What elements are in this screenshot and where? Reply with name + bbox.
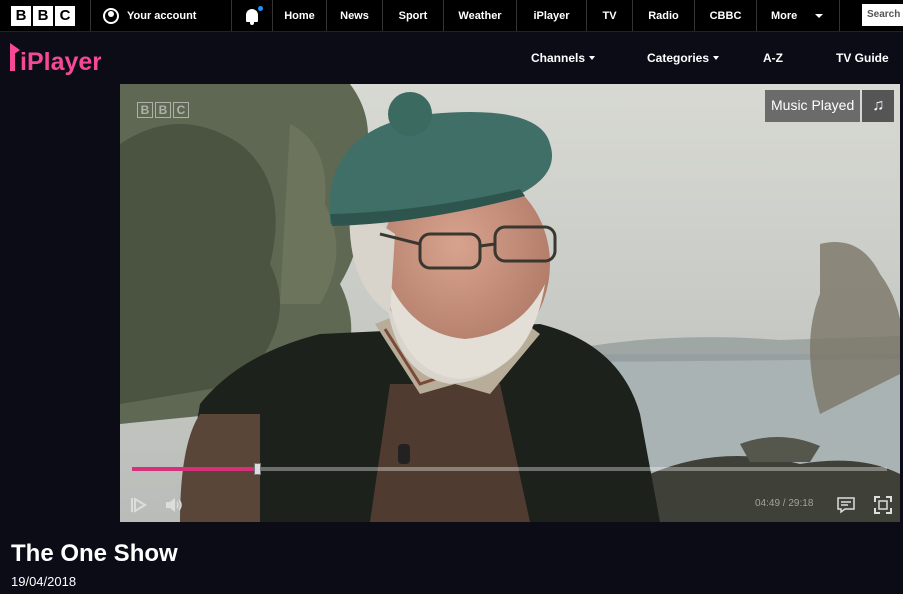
nav-link-home[interactable]: Home (273, 0, 327, 31)
notification-dot (258, 6, 263, 11)
user-icon (103, 7, 119, 24)
chevron-down-icon (589, 56, 596, 60)
progress-bar[interactable] (132, 463, 887, 475)
account-link[interactable]: Your account (91, 0, 232, 31)
scrubber-handle[interactable] (253, 463, 261, 475)
nav-link-iplayer[interactable]: iPlayer (517, 0, 587, 31)
programme-title: The One Show (11, 540, 178, 567)
iplayer-logo[interactable]: iPlayer (9, 41, 101, 75)
iplayer-logo-mark: iPlayer (10, 43, 101, 75)
chevron-down-icon (713, 56, 720, 60)
programme-date: 19/04/2018 (11, 574, 77, 589)
bbc-logo-letter: C (55, 5, 75, 26)
nav-link-sport[interactable]: Sport (383, 0, 444, 31)
tv-guide-link[interactable]: TV Guide (836, 51, 889, 65)
more-label: More (771, 9, 798, 22)
time-display: 04:49 / 29:18 (755, 498, 813, 509)
fullscreen-icon[interactable] (874, 496, 892, 514)
watermark-letter: C (173, 102, 189, 118)
video-player[interactable]: B B C Music Played ♫ 04:49 / 29:18 (120, 84, 900, 522)
elapsed-time: 04:49 (755, 498, 781, 509)
play-icon[interactable] (130, 496, 148, 514)
categories-menu[interactable]: Categories (647, 51, 720, 65)
nav-link-radio[interactable]: Radio (633, 0, 695, 31)
bbc-watermark: B B C (137, 102, 189, 118)
progress-bar-fill (132, 467, 257, 471)
channels-label: Channels (531, 51, 586, 65)
music-note-icon: ♫ (862, 90, 895, 122)
video-frame (120, 84, 900, 522)
nav-link-weather[interactable]: Weather (444, 0, 517, 31)
more-menu-button[interactable]: More (757, 0, 840, 31)
bbc-logo-letter: B (33, 5, 53, 26)
bbc-logo-letter: B (11, 5, 31, 26)
duration-time: 29:18 (788, 498, 814, 509)
bbc-logo[interactable]: B B C (0, 0, 91, 31)
bell-icon (246, 9, 258, 25)
nav-link-tv[interactable]: TV (587, 0, 633, 31)
watermark-letter: B (155, 102, 171, 118)
chevron-down-icon (815, 13, 824, 18)
nav-link-cbbc[interactable]: CBBC (695, 0, 757, 31)
bbc-global-nav: B B C Your account Home News Sport Weath… (0, 0, 903, 32)
music-played-button[interactable]: Music Played ♫ (765, 90, 895, 122)
nav-link-news[interactable]: News (327, 0, 383, 31)
az-link[interactable]: A-Z (763, 51, 783, 65)
notifications-button[interactable] (232, 0, 273, 31)
subtitles-icon[interactable] (837, 496, 855, 514)
search-input[interactable]: Search (862, 4, 903, 26)
account-label: Your account (127, 9, 197, 22)
iplayer-logo-text: iPlayer (20, 48, 101, 75)
iplayer-nav: iPlayer Channels Categories A-Z TV Guide (0, 32, 903, 84)
music-played-label: Music Played (765, 90, 861, 122)
watermark-letter: B (137, 102, 153, 118)
categories-label: Categories (647, 51, 710, 65)
channels-menu[interactable]: Channels (531, 51, 596, 65)
volume-icon[interactable] (164, 496, 184, 514)
